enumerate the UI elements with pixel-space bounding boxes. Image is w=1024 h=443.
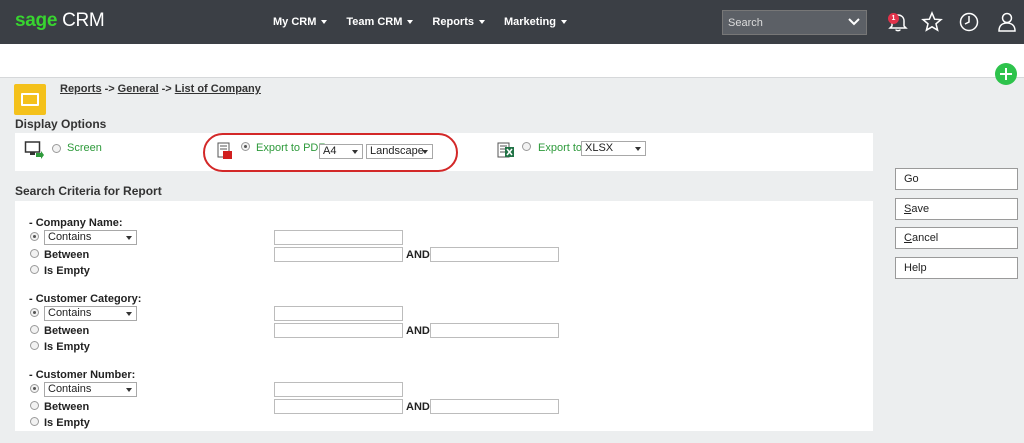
monitor-icon — [24, 141, 44, 159]
export-radio[interactable] — [522, 142, 531, 151]
caret-down-icon — [560, 20, 567, 24]
between-label: Between — [44, 249, 90, 261]
between-from-input[interactable] — [274, 247, 403, 262]
between-label: Between — [44, 325, 90, 337]
breadcrumb-list-of-company[interactable]: List of Company — [175, 83, 261, 95]
cancel-mnemonic: C — [904, 232, 912, 244]
between-label: Between — [44, 401, 90, 413]
user-icon[interactable] — [996, 11, 1018, 33]
is-empty-label: Is Empty — [44, 341, 90, 353]
customer-category-input[interactable] — [274, 306, 403, 321]
go-button[interactable]: Go — [895, 168, 1018, 190]
dropdown-arrow-icon — [126, 388, 132, 392]
search-input[interactable] — [728, 15, 838, 31]
between-radio[interactable] — [30, 401, 39, 410]
customer-number-input[interactable] — [274, 382, 403, 397]
sage-crm-logo[interactable]: sage CRM — [15, 10, 105, 32]
contains-radio[interactable] — [30, 232, 39, 241]
breadcrumb: Reports -> General -> List of Company — [60, 83, 261, 95]
nav-marketing[interactable]: Marketing — [504, 16, 567, 28]
between-radio[interactable] — [30, 325, 39, 334]
screen-label[interactable]: Screen — [67, 142, 102, 154]
add-new-icon[interactable] — [995, 63, 1017, 85]
operator-select[interactable]: Contains — [44, 230, 137, 245]
nav-team-crm[interactable]: Team CRM — [346, 16, 414, 28]
between-from-input[interactable] — [274, 399, 403, 414]
company-name-input[interactable] — [274, 230, 403, 245]
between-to-input[interactable] — [430, 323, 559, 338]
save-button[interactable]: Save — [895, 198, 1018, 220]
is-empty-radio[interactable] — [30, 417, 39, 426]
nav-my-crm[interactable]: My CRM — [273, 16, 328, 28]
between-to-input[interactable] — [430, 247, 559, 262]
dropdown-arrow-icon — [126, 236, 132, 240]
main-nav: My CRM Team CRM Reports Marketing — [273, 16, 586, 28]
operator-value: Contains — [48, 231, 92, 243]
contains-radio[interactable] — [30, 308, 39, 317]
cancel-label: ancel — [911, 232, 939, 244]
logo-brand: sage — [15, 10, 58, 31]
logo-product: CRM — [62, 10, 105, 31]
operator-value: Contains — [48, 383, 92, 395]
nav-reports[interactable]: Reports — [432, 16, 485, 28]
display-options-title: Display Options — [15, 117, 107, 131]
dropdown-arrow-icon — [126, 312, 132, 316]
breadcrumb-reports[interactable]: Reports — [60, 83, 102, 95]
and-label: AND — [406, 401, 430, 413]
cancel-button[interactable]: Cancel — [895, 227, 1018, 249]
excel-icon — [497, 142, 514, 158]
is-empty-label: Is Empty — [44, 265, 90, 277]
operator-select[interactable]: Contains — [44, 382, 137, 397]
nav-label: Team CRM — [346, 16, 403, 28]
between-from-input[interactable] — [274, 323, 403, 338]
nav-label: Marketing — [503, 16, 556, 28]
export-to-label[interactable]: Export to — [538, 142, 582, 154]
operator-value: Contains — [48, 307, 92, 319]
customer-number-label: - Customer Number: — [29, 369, 136, 381]
customer-category-label: - Customer Category: — [29, 293, 142, 305]
breadcrumb-separator: -> — [104, 83, 115, 95]
pdf-highlight-annotation — [203, 133, 458, 172]
nav-label: My CRM — [273, 16, 317, 28]
is-empty-radio[interactable] — [30, 265, 39, 274]
chevron-down-icon[interactable] — [848, 17, 860, 27]
top-bar: sage CRM My CRM Team CRM Reports Marketi… — [0, 0, 1024, 44]
star-icon[interactable] — [921, 11, 943, 33]
clock-icon[interactable] — [958, 11, 980, 33]
company-name-label: - Company Name: — [29, 217, 123, 229]
export-format-select[interactable]: XLSX — [581, 141, 646, 156]
is-empty-label: Is Empty — [44, 417, 90, 429]
nav-label: Reports — [432, 16, 474, 28]
screen-radio[interactable] — [52, 144, 61, 153]
breadcrumb-general[interactable]: General — [118, 83, 159, 95]
toolbar-strip — [0, 44, 1024, 78]
dropdown-arrow-icon — [635, 147, 641, 151]
notification-badge: 1 — [888, 13, 899, 24]
search-criteria-title: Search Criteria for Report — [15, 184, 162, 198]
operator-select[interactable]: Contains — [44, 306, 137, 321]
is-empty-radio[interactable] — [30, 341, 39, 350]
save-label: ave — [911, 203, 930, 215]
contains-radio[interactable] — [30, 384, 39, 393]
go-label: Go — [904, 173, 919, 185]
help-button[interactable]: Help — [895, 257, 1018, 279]
caret-down-icon — [321, 20, 328, 24]
report-icon — [14, 84, 46, 115]
and-label: AND — [406, 249, 430, 261]
caret-down-icon — [407, 20, 414, 24]
export-format-value: XLSX — [585, 142, 614, 154]
between-to-input[interactable] — [430, 399, 559, 414]
and-label: AND — [406, 325, 430, 337]
caret-down-icon — [478, 20, 485, 24]
help-label: Help — [904, 262, 927, 274]
search-criteria-panel — [15, 201, 873, 431]
search-box — [722, 10, 867, 35]
breadcrumb-separator: -> — [161, 83, 172, 95]
between-radio[interactable] — [30, 249, 39, 258]
